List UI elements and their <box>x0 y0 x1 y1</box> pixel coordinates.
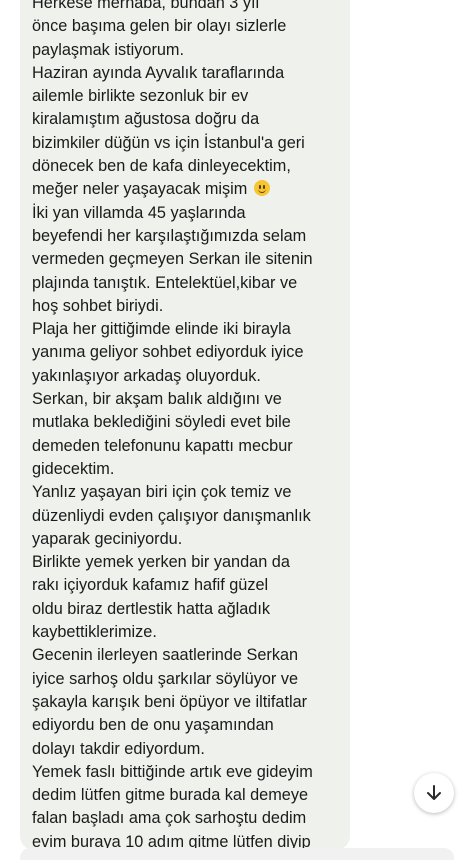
message-text: Herkese merhaba, bundan 3 yıl önce başıma… <box>32 0 350 850</box>
next-message-edge <box>20 848 454 860</box>
message-line-text: vermeden geçmeyen Serkan ile sitenin <box>32 250 313 269</box>
message-line: Serkan, bir akşam balık aldığını ve <box>32 388 350 411</box>
message-line: meğer neler yaşayacak mişim <box>32 178 350 201</box>
message-line: ediyordu ben de onu yaşamından <box>32 714 350 737</box>
arrow-down-icon <box>427 785 441 800</box>
message-line: şakayla karışık beni öpüyor ve iltifatla… <box>32 691 350 714</box>
message-bubble: Herkese merhaba, bundan 3 yıl önce başıma… <box>20 0 350 850</box>
message-line-text: kiralamıştım ağustosa doğru da <box>32 110 260 129</box>
message-line: paylaşmak istiyorum. <box>32 39 350 62</box>
message-line: yanıma geliyor sohbet ediyorduk iyice <box>32 341 350 364</box>
message-line: mutlaka beklediğini söyledi evet bile <box>32 411 350 434</box>
message-line-text: Yanlız yaşayan biri için çok temiz ve <box>32 483 292 502</box>
message-line-text: bizimkiler düğün vs için İstanbul'a geri <box>32 133 305 152</box>
message-line-text: İki yan villamda 45 yaşlarında <box>32 203 246 222</box>
message-line: Herkese merhaba, bundan 3 yıl <box>32 0 350 15</box>
message-line: oldu biraz dertlestik hatta ağladık <box>32 598 350 621</box>
message-line: Gecenin ilerleyen saatlerinde Serkan <box>32 644 350 667</box>
message-line: beyefendi her karşılaştığımızda selam <box>32 225 350 248</box>
message-line-text: ailemle birlikte sezonluk bir ev <box>32 87 249 106</box>
message-line-text: Plaja her gittiğimde elinde iki birayla <box>32 320 291 339</box>
message-line: Haziran ayında Ayvalık taraflarında <box>32 62 350 85</box>
message-line-text: Gecenin ilerleyen saatlerinde Serkan <box>32 646 299 665</box>
message-line-text: ediyordu ben de onu yaşamından <box>32 716 274 735</box>
message-line-text: Haziran ayında Ayvalık taraflarında <box>32 63 285 82</box>
message-line-text: dedim lütfen gitme burada kal demeye <box>32 786 309 805</box>
message-line: dolayı takdir ediyordum. <box>32 738 350 761</box>
message-line: Yanlız yaşayan biri için çok temiz ve <box>32 481 350 504</box>
message-line: hoş sohbet biriydi. <box>32 295 350 318</box>
message-line: demeden telefonunu kapattı mecbur <box>32 435 350 458</box>
message-line-text: mutlaka beklediğini söyledi evet bile <box>32 413 291 432</box>
message-line: iyice sarhoş oldu şarkılar söylüyor ve <box>32 668 350 691</box>
message-line: ailemle birlikte sezonluk bir ev <box>32 85 350 108</box>
message-line-text: beyefendi her karşılaştığımızda selam <box>32 226 307 245</box>
message-line-text: dönecek ben de kafa dinleyecektim, <box>32 157 291 176</box>
message-line-text: gidecektim. <box>32 459 115 478</box>
message-line-text: hoş sohbet biriydi. <box>32 296 164 315</box>
message-line-text: düzenliydi evden çalışıyor danışmanlık <box>32 506 311 525</box>
message-line: önce başıma gelen bir olayı sizlerle <box>32 15 350 38</box>
message-line-text: Yemek faslı bittiğinde artık eve gideyim <box>32 762 313 781</box>
message-line-text: iyice sarhoş oldu şarkılar söylüyor ve <box>32 669 299 688</box>
message-line-text: yakınlaşıyor arkadaş oluyorduk. <box>32 366 261 385</box>
message-line: düzenliydi evden çalışıyor danışmanlık <box>32 505 350 528</box>
message-line: yaparak geciniyordu. <box>32 528 350 551</box>
message-line-text: şakayla karışık beni öpüyor ve iltifatla… <box>32 692 308 711</box>
message-line-text: yaparak geciniyordu. <box>32 529 183 548</box>
message-line: İki yan villamda 45 yaşlarında <box>32 202 350 225</box>
message-line-text: oldu biraz dertlestik hatta ağladık <box>32 599 271 618</box>
message-line: bizimkiler düğün vs için İstanbul'a geri <box>32 132 350 155</box>
message-line-text: önce başıma gelen bir olayı sizlerle <box>32 17 287 36</box>
message-line-text: Serkan, bir akşam balık aldığını ve <box>32 390 282 409</box>
message-line-text: rakı içiyorduk kafamız hafif güzel <box>32 576 269 595</box>
message-line-text: paylaşmak istiyorum. <box>32 40 185 59</box>
scroll-to-bottom-button[interactable] <box>414 773 454 813</box>
message-line-text: Herkese merhaba, bundan 3 yıl <box>32 0 260 12</box>
message-line: dedim lütfen gitme burada kal demeye <box>32 784 350 807</box>
message-line-text: Birlikte yemek yerken bir yandan da <box>32 553 290 572</box>
message-line-text: demeden telefonunu kapattı mecbur <box>32 436 293 455</box>
message-line: kaybettiklerimize. <box>32 621 350 644</box>
message-line-text: yanıma geliyor sohbet ediyorduk iyice <box>32 343 304 362</box>
slightly-smiling-face-icon <box>253 180 270 197</box>
message-line: yakınlaşıyor arkadaş oluyorduk. <box>32 365 350 388</box>
message-line: rakı içiyorduk kafamız hafif güzel <box>32 574 350 597</box>
message-line: dönecek ben de kafa dinleyecektim, <box>32 155 350 178</box>
message-line: Birlikte yemek yerken bir yandan da <box>32 551 350 574</box>
chat-screen: Herkese merhaba, bundan 3 yıl önce başıma… <box>0 0 474 860</box>
message-line-text: meğer neler yaşayacak mişim <box>32 180 248 199</box>
message-line: plajında tanıştık. Entelektüel,kibar ve <box>32 272 350 295</box>
message-line: vermeden geçmeyen Serkan ile sitenin <box>32 248 350 271</box>
message-line: falan başladı ama çok sarhoştu dedim <box>32 807 350 830</box>
message-line-text: falan başladı ama çok sarhoştu dedim <box>32 809 307 828</box>
message-line: Plaja her gittiğimde elinde iki birayla <box>32 318 350 341</box>
message-line: gidecektim. <box>32 458 350 481</box>
message-line-text: kaybettiklerimize. <box>32 623 157 642</box>
message-line: Yemek faslı bittiğinde artık eve gideyim <box>32 761 350 784</box>
message-line: kiralamıştım ağustosa doğru da <box>32 108 350 131</box>
message-line-text: dolayı takdir ediyordum. <box>32 739 205 758</box>
message-line-text: plajında tanıştık. Entelektüel,kibar ve <box>32 273 298 292</box>
